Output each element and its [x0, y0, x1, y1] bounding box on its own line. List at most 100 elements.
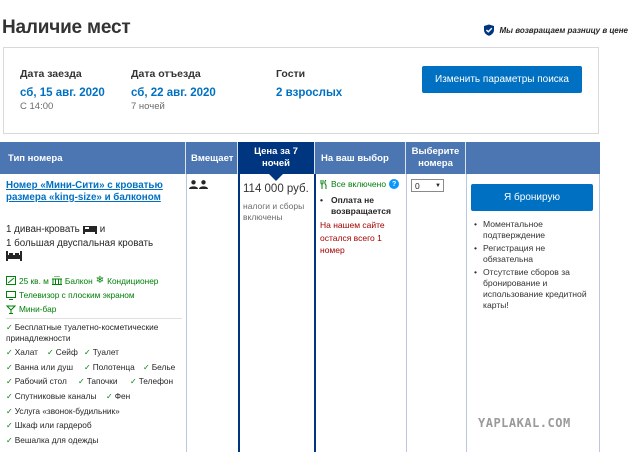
checkin-label: Дата заезда — [20, 68, 82, 80]
amenities-row-1: 25 кв. м Балкон ❄ Кондиционер — [6, 275, 158, 286]
check-icon: ✓ — [6, 323, 13, 332]
balcony-icon — [51, 276, 62, 285]
guests-block: Гости 2 взрослых — [276, 68, 342, 99]
facility-item: ✓ Услуга «звонок-будильник» — [6, 406, 120, 417]
page-title: Наличие мест — [2, 17, 131, 38]
book-button[interactable]: Я бронирую — [471, 184, 593, 211]
occupancy-indicator[interactable] — [189, 180, 208, 189]
facility-item: ✓ Ванна или душ — [6, 362, 73, 373]
non-refundable: Оплата не возвращается — [331, 195, 391, 216]
check-icon: ✓ — [47, 348, 54, 357]
check-icon: ✓ — [6, 436, 13, 445]
taxes-note: налоги и сборы включены — [243, 201, 305, 222]
person-icon — [189, 180, 198, 189]
facility-item: ✓ Сейф — [47, 347, 78, 358]
checkin-date[interactable]: сб, 15 авг. 2020 — [20, 87, 105, 99]
facility-label: Телефон — [138, 376, 174, 386]
minibar-label: Мини-бар — [19, 304, 57, 314]
col-book — [466, 142, 600, 174]
info-icon[interactable]: ? — [389, 179, 400, 189]
change-search-button[interactable]: Изменить параметры поиска — [422, 66, 582, 93]
bullet-icon: • — [320, 195, 323, 205]
facility-label: Полотенца — [92, 362, 135, 372]
benefit-item: Регистрация не обязательна — [474, 243, 594, 265]
shield-check-icon — [484, 24, 495, 36]
minibar-icon — [6, 305, 16, 314]
check-icon: ✓ — [143, 363, 150, 372]
room-name-link[interactable]: Номер «Мини-Сити» с кроватью размера «ki… — [6, 180, 171, 203]
snowflake-icon: ❄ — [95, 275, 105, 286]
facility-item: ✓ Бесплатные туалетно-косметические — [6, 322, 158, 333]
checkout-date[interactable]: сб, 22 авг. 2020 — [131, 87, 216, 99]
tv-icon — [6, 290, 16, 300]
price-guarantee-text: Мы возвращаем разницу в цене — [499, 25, 628, 35]
nights-count: 7 ночей — [131, 101, 165, 112]
room-price: 114 000 руб. — [243, 183, 309, 195]
checkin-time: С 14:00 — [20, 101, 54, 112]
bed-info-sofa: 1 диван-кровать и — [6, 224, 105, 235]
guests-value[interactable]: 2 взрослых — [276, 87, 342, 99]
check-icon: ✓ — [6, 363, 13, 372]
room-size-icon — [6, 276, 16, 285]
check-icon: ✓ — [6, 421, 13, 430]
facility-label: Фен — [114, 391, 131, 401]
facility-item: ✓ Рабочий стол — [6, 376, 67, 387]
check-icon: ✓ — [6, 392, 13, 401]
facility-label: принадлежности — [6, 333, 71, 343]
facility-label: Белье — [151, 362, 176, 372]
col-divider — [314, 174, 316, 452]
col-room-type: Тип номера — [0, 142, 186, 174]
facility-item: ✓ Белье — [143, 362, 175, 373]
facility-label: Шкаф или гардероб — [14, 420, 92, 430]
facility-item: ✓ Халат — [6, 347, 38, 358]
all-inclusive-label: Все включено — [331, 179, 387, 189]
col-divider — [466, 174, 467, 452]
person-icon — [199, 180, 208, 189]
facility-item: ✓ Телефон — [130, 376, 173, 387]
watermark: YAPLAKAL.COM — [478, 416, 571, 430]
check-icon: ✓ — [130, 377, 137, 386]
page-header: Наличие мест Мы возвращаем разницу в цен… — [0, 0, 640, 50]
facility-label: Ванна или душ — [14, 362, 73, 372]
col-price-line1: Цена за 7 — [254, 146, 298, 157]
search-summary: Дата заезда сб, 15 авг. 2020 С 14:00 Дат… — [3, 47, 599, 134]
double-bed-text: 1 большая двуспальная кровать — [6, 238, 154, 249]
check-icon: ✓ — [6, 348, 13, 357]
facility-item: ✓ Полотенца — [84, 362, 135, 373]
amenities-row-2: Телевизор с плоским экраном — [6, 290, 135, 300]
col-select: Выберите номера — [406, 142, 466, 174]
rooms-table-header: Тип номера Вмещает Цена за 7 ночей На ва… — [0, 142, 600, 181]
facility-item: ✓ Туалет — [84, 347, 119, 358]
facility-label: Услуга «звонок-будильник» — [14, 406, 120, 416]
balcony-label: Балкон — [64, 275, 93, 286]
room-size: 25 кв. м — [19, 275, 49, 286]
amenities-row-3: Мини-бар — [6, 304, 56, 314]
double-bed-icon — [6, 251, 22, 261]
all-inclusive: Все включено ? — [320, 179, 400, 189]
booking-benefits: Моментальное подтверждение Регистрация н… — [474, 219, 594, 313]
facility-item: принадлежности — [6, 333, 70, 344]
check-icon: ✓ — [6, 377, 13, 386]
chevron-down-icon: ▼ — [435, 182, 441, 189]
room-quantity-select[interactable]: 0 ▼ — [411, 179, 444, 192]
price-guarantee[interactable]: Мы возвращаем разницу в цене — [483, 24, 628, 36]
sofa-bed-icon — [82, 226, 97, 234]
facility-label: Тапочки — [86, 376, 118, 386]
col-price[interactable]: Цена за 7 ночей — [238, 142, 315, 181]
col-select-line1: Выберите — [411, 146, 460, 157]
tv-label: Телевизор с плоским экраном — [19, 290, 135, 300]
col-divider — [599, 174, 600, 452]
check-icon: ✓ — [106, 392, 113, 401]
check-icon: ✓ — [84, 363, 91, 372]
check-icon: ✓ — [6, 407, 13, 416]
sofa-bed-text: 1 диван-кровать — [6, 224, 80, 235]
col-select-line2: номера — [418, 158, 453, 169]
checkout-block: Дата отъезда сб, 22 авг. 2020 7 ночей — [131, 68, 216, 112]
facility-label: Спутниковые каналы — [14, 391, 97, 401]
check-icon: ✓ — [78, 377, 85, 386]
aircon-label: Кондиционер — [107, 275, 159, 286]
col-sleeps: Вмещает — [186, 142, 238, 174]
guests-label: Гости — [276, 68, 306, 80]
check-icon: ✓ — [84, 348, 91, 357]
amenities-divider — [6, 318, 182, 319]
